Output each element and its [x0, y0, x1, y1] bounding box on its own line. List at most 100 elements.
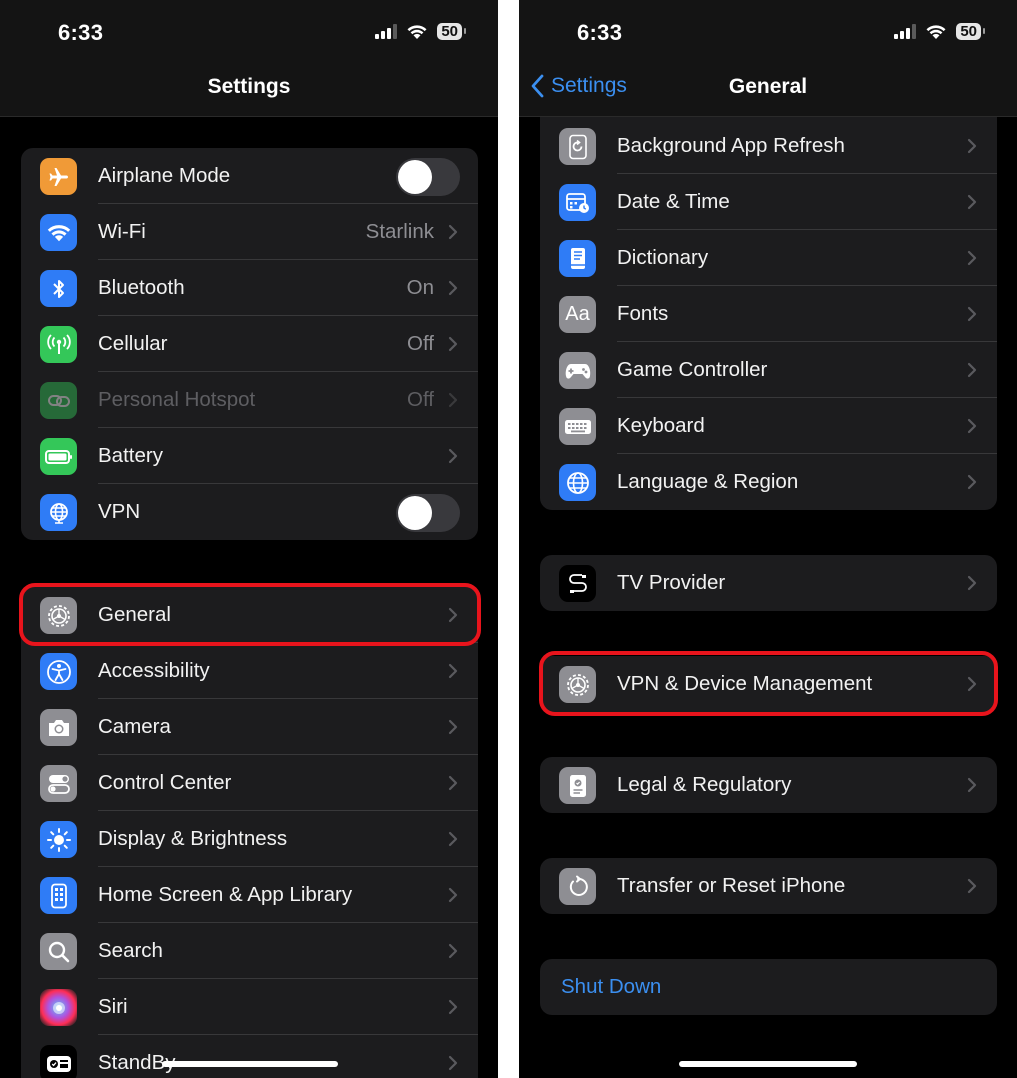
- chevron-right-icon: [448, 336, 458, 352]
- settings-row-label: Bluetooth: [98, 276, 185, 299]
- cellular-signal-icon: [375, 24, 398, 39]
- settings-row-label: Accessibility: [98, 659, 210, 682]
- settings-row-value: Off: [407, 332, 434, 355]
- tv-provider-group: TV Provider: [540, 555, 997, 611]
- settings-row-label: Personal Hotspot: [98, 388, 256, 411]
- settings-row-siri[interactable]: Siri: [21, 979, 478, 1035]
- accessibility-icon: [40, 653, 77, 690]
- vpn-device-highlight-box: [539, 651, 998, 716]
- settings-row-label: Fonts: [617, 302, 669, 325]
- settings-row-home-screen[interactable]: Home Screen & App Library: [21, 867, 478, 923]
- settings-row-legal-regulatory[interactable]: Legal & Regulatory: [540, 757, 997, 813]
- fonts-icon: Aa: [559, 296, 596, 333]
- settings-row-label: Airplane Mode: [98, 164, 231, 187]
- settings-row-label: Cellular: [98, 332, 168, 355]
- status-time: 6:33: [577, 20, 623, 45]
- refresh-icon: [559, 128, 596, 165]
- settings-row-search[interactable]: Search: [21, 923, 478, 979]
- status-bar: 6:33 50: [0, 0, 498, 62]
- settings-row-personal-hotspot[interactable]: Personal Hotspot Off: [21, 372, 478, 428]
- book-icon: [559, 240, 596, 277]
- transfer-reset-group: Transfer or Reset iPhone: [540, 858, 997, 914]
- keyboard-icon: [559, 408, 596, 445]
- settings-row-airplane-mode[interactable]: Airplane Mode: [21, 148, 478, 204]
- settings-row-camera[interactable]: Camera: [21, 699, 478, 755]
- airplane-icon: [40, 158, 77, 195]
- shut-down-button[interactable]: Shut Down: [540, 959, 997, 1015]
- settings-row-transfer-reset[interactable]: Transfer or Reset iPhone: [540, 858, 997, 914]
- globe-icon: [559, 464, 596, 501]
- status-bar: 6:33 50: [519, 0, 1017, 62]
- settings-row-label: VPN: [98, 500, 141, 523]
- page-title: Settings: [207, 75, 291, 98]
- page-title: General: [728, 75, 808, 98]
- shutdown-group: Shut Down: [540, 959, 997, 1015]
- general-screen: Background App Refresh Date & Time Dicti…: [519, 0, 1017, 1078]
- settings-row-dictionary[interactable]: Dictionary: [540, 230, 997, 286]
- navigation-bar: Settings General: [519, 62, 1017, 117]
- settings-row-background-app-refresh[interactable]: Background App Refresh: [540, 118, 997, 174]
- chevron-right-icon: [967, 306, 977, 322]
- settings-row-value: Starlink: [365, 220, 434, 243]
- settings-row-battery[interactable]: Battery: [21, 428, 478, 484]
- legal-group: Legal & Regulatory: [540, 757, 997, 813]
- settings-row-cellular[interactable]: Cellular Off: [21, 316, 478, 372]
- settings-row-label: Date & Time: [617, 190, 730, 213]
- settings-row-label: Control Center: [98, 771, 232, 794]
- navigation-bar: Settings: [0, 62, 498, 117]
- settings-row-accessibility[interactable]: Accessibility: [21, 643, 478, 699]
- chevron-right-icon: [448, 392, 458, 408]
- settings-row-label: Home Screen & App Library: [98, 883, 353, 906]
- chevron-right-icon: [448, 719, 458, 735]
- camera-icon: [40, 709, 77, 746]
- settings-row-label: Legal & Regulatory: [617, 773, 792, 796]
- settings-row-label: Battery: [98, 444, 163, 467]
- home-indicator[interactable]: [162, 1061, 338, 1067]
- vpn-toggle[interactable]: [396, 494, 460, 532]
- settings-row-label: Siri: [98, 995, 128, 1018]
- chevron-right-icon: [967, 194, 977, 210]
- home-indicator[interactable]: [679, 1061, 857, 1067]
- sun-icon: [40, 821, 77, 858]
- settings-row-label: Camera: [98, 715, 171, 738]
- settings-row-display-brightness[interactable]: Display & Brightness: [21, 811, 478, 867]
- settings-row-standby[interactable]: StandBy: [21, 1035, 478, 1078]
- settings-row-tv-provider[interactable]: TV Provider: [540, 555, 997, 611]
- chevron-right-icon: [448, 999, 458, 1015]
- chevron-right-icon: [448, 1055, 458, 1071]
- chevron-right-icon: [448, 887, 458, 903]
- settings-row-label: TV Provider: [617, 571, 726, 594]
- settings-row-wifi[interactable]: Wi-Fi Starlink: [21, 204, 478, 260]
- settings-row-keyboard[interactable]: Keyboard: [540, 398, 997, 454]
- settings-row-label: Transfer or Reset iPhone: [617, 874, 846, 897]
- settings-row-label: Display & Brightness: [98, 827, 288, 850]
- chevron-right-icon: [967, 418, 977, 434]
- settings-row-label: Language & Region: [617, 470, 799, 493]
- wifi-status-icon: [407, 24, 427, 39]
- chevron-right-icon: [448, 448, 458, 464]
- siri-icon: [40, 989, 77, 1026]
- chevron-right-icon: [448, 224, 458, 240]
- airplane-mode-toggle[interactable]: [396, 158, 460, 196]
- settings-row-game-controller[interactable]: Game Controller: [540, 342, 997, 398]
- gamepad-icon: [559, 352, 596, 389]
- settings-row-bluetooth[interactable]: Bluetooth On: [21, 260, 478, 316]
- standby-icon: [40, 1045, 77, 1078]
- wifi-icon: [40, 214, 77, 251]
- tv-provider-icon: [559, 565, 596, 602]
- settings-row-fonts[interactable]: Aa Fonts: [540, 286, 997, 342]
- chevron-right-icon: [967, 575, 977, 591]
- general-highlight-box: [19, 583, 481, 646]
- certificate-icon: [559, 767, 596, 804]
- general-options-group: Background App Refresh Date & Time Dicti…: [540, 96, 997, 510]
- battery-status-icon: 50: [956, 23, 985, 40]
- chevron-right-icon: [967, 362, 977, 378]
- phone-grid-icon: [40, 877, 77, 914]
- fonts-icon-glyph: Aa: [565, 303, 590, 325]
- settings-row-date-time[interactable]: Date & Time: [540, 174, 997, 230]
- settings-row-vpn[interactable]: VPN: [21, 484, 478, 540]
- chevron-right-icon: [448, 831, 458, 847]
- status-time: 6:33: [58, 20, 104, 45]
- settings-row-control-center[interactable]: Control Center: [21, 755, 478, 811]
- settings-row-language-region[interactable]: Language & Region: [540, 454, 997, 510]
